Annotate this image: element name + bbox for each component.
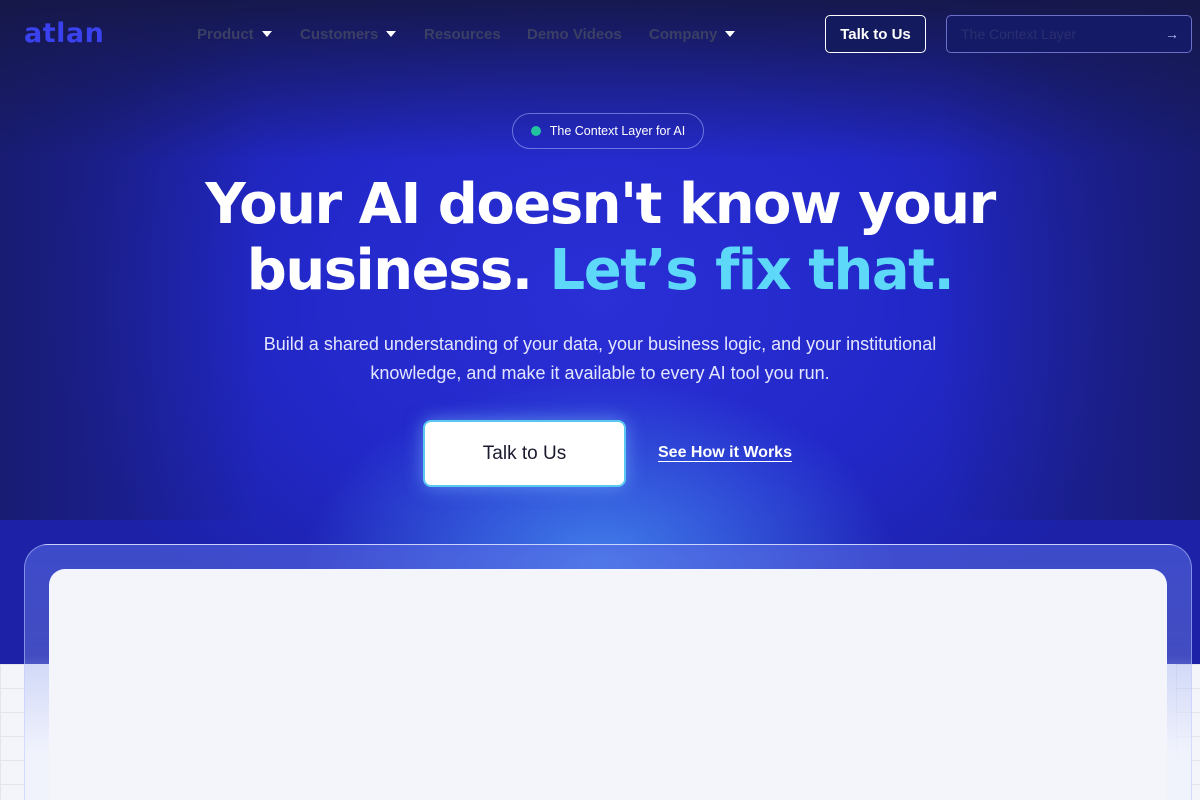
hero-headline: Your AI doesn't know your business. Let’… [100, 172, 1100, 304]
arrow-right-icon[interactable]: → [1165, 26, 1179, 42]
headline-accent: Let’s fix that. [549, 238, 955, 303]
top-navigation: atlan Product Customers Resources Demo V… [0, 0, 1200, 68]
nav-search-box[interactable]: → [946, 15, 1192, 53]
nav-item-label: Product [197, 25, 254, 43]
caret-down-icon [386, 31, 397, 37]
nav-item-company[interactable]: Company [649, 24, 736, 44]
see-how-it-works-link[interactable]: See How it Works [658, 444, 792, 462]
nav-item-label: Demo Videos [527, 25, 622, 43]
atlan-logo[interactable]: atlan [24, 18, 104, 50]
nav-item-product[interactable]: Product [197, 24, 272, 44]
nav-talk-to-us-button[interactable]: Talk to Us [825, 15, 926, 53]
nav-item-customers[interactable]: Customers [300, 24, 397, 44]
nav-item-resources[interactable]: Resources [424, 24, 501, 44]
caret-down-icon [725, 31, 736, 37]
nav-item-label: Company [649, 25, 718, 43]
grid-pattern-left [0, 664, 24, 800]
nav-search-input[interactable] [961, 26, 1165, 42]
product-preview-panel [49, 569, 1167, 800]
tagline-pill: The Context Layer for AI [512, 113, 704, 149]
nav-item-demo-videos[interactable]: Demo Videos [527, 24, 622, 44]
caret-down-icon [261, 31, 272, 37]
status-dot-icon [530, 126, 541, 136]
nav-item-label: Customers [300, 25, 379, 43]
nav-item-label: Resources [424, 25, 501, 43]
headline-line-2: business. [246, 238, 533, 303]
headline-line-1: Your AI doesn't know your [205, 172, 996, 237]
talk-to-us-button[interactable]: Talk to Us [423, 420, 626, 487]
hero-subtext: Build a shared understanding of your dat… [263, 334, 937, 383]
pill-text: The Context Layer for AI [549, 124, 686, 138]
